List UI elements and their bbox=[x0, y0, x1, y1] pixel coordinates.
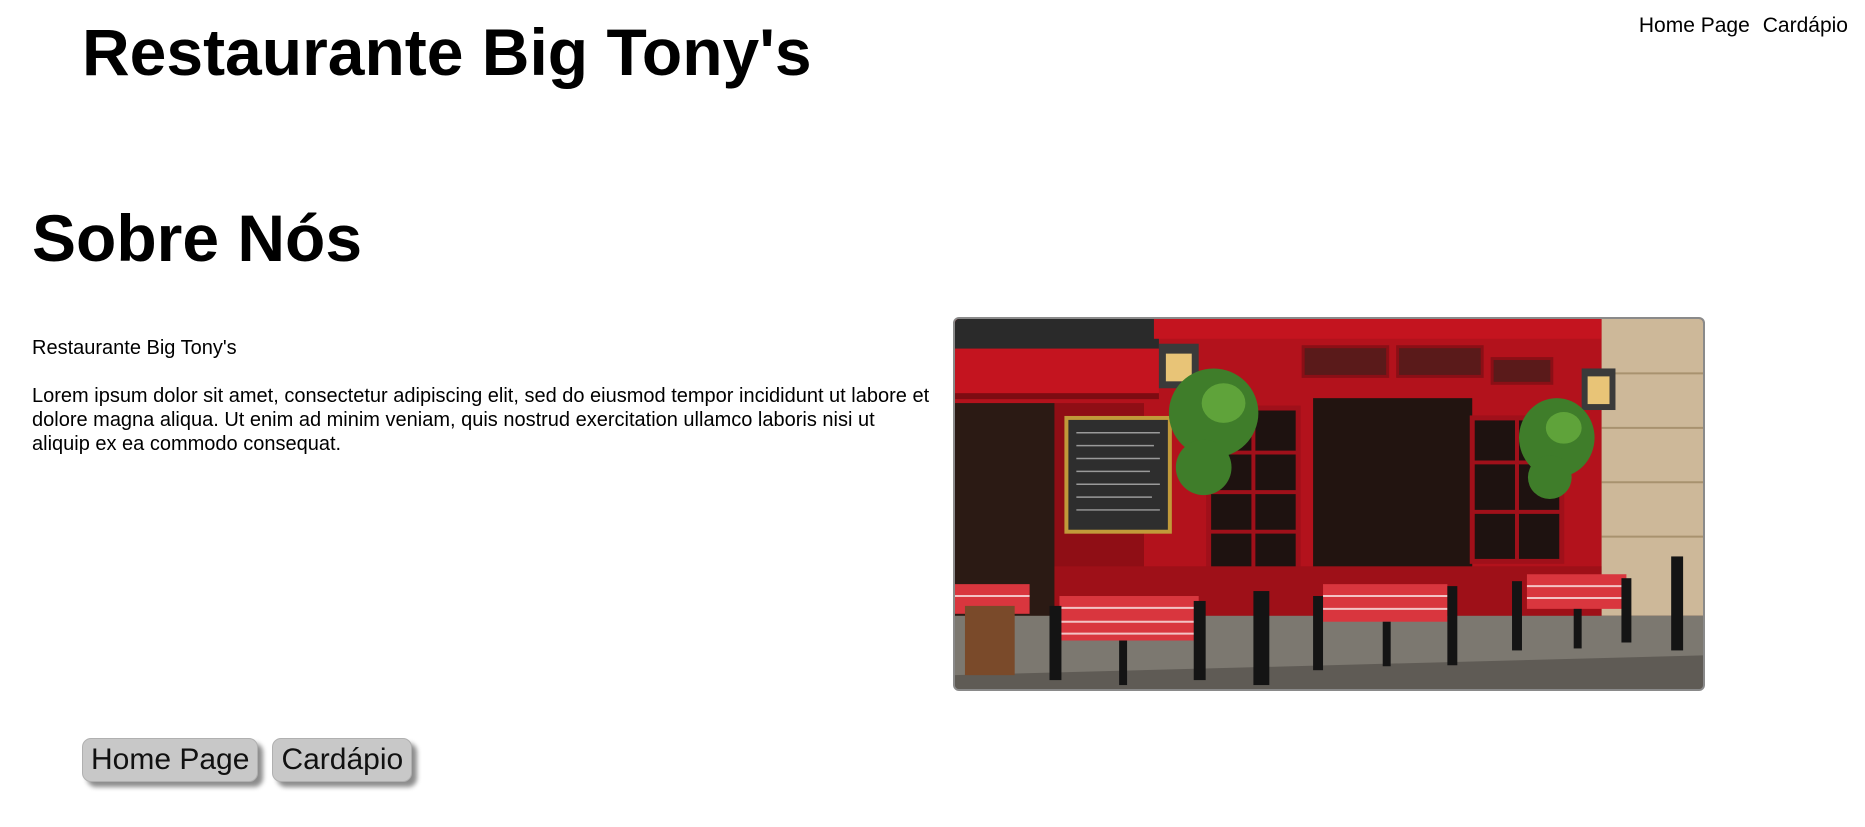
menu-button[interactable]: Cardápio bbox=[272, 738, 413, 782]
restaurant-photo bbox=[953, 317, 1705, 691]
about-section-title: Sobre Nós bbox=[32, 201, 363, 275]
page: Restaurante Big Tony's Home Page Cardápi… bbox=[0, 0, 1865, 827]
top-nav-menu-link[interactable]: Cardápio bbox=[1763, 12, 1848, 40]
restaurant-name: Restaurante Big Tony's bbox=[32, 337, 237, 359]
top-nav-home-link[interactable]: Home Page bbox=[1639, 12, 1750, 40]
bottom-nav: Home Page Cardápio bbox=[82, 738, 413, 782]
home-page-button[interactable]: Home Page bbox=[82, 738, 259, 782]
about-text: Restaurante Big Tony's Lorem ipsum dolor… bbox=[32, 336, 932, 480]
about-description: Lorem ipsum dolor sit amet, consectetur … bbox=[32, 385, 930, 455]
site-title: Restaurante Big Tony's bbox=[82, 15, 812, 89]
top-nav: Home Page Cardápio bbox=[1639, 12, 1848, 40]
restaurant-storefront-illustration bbox=[955, 319, 1703, 689]
